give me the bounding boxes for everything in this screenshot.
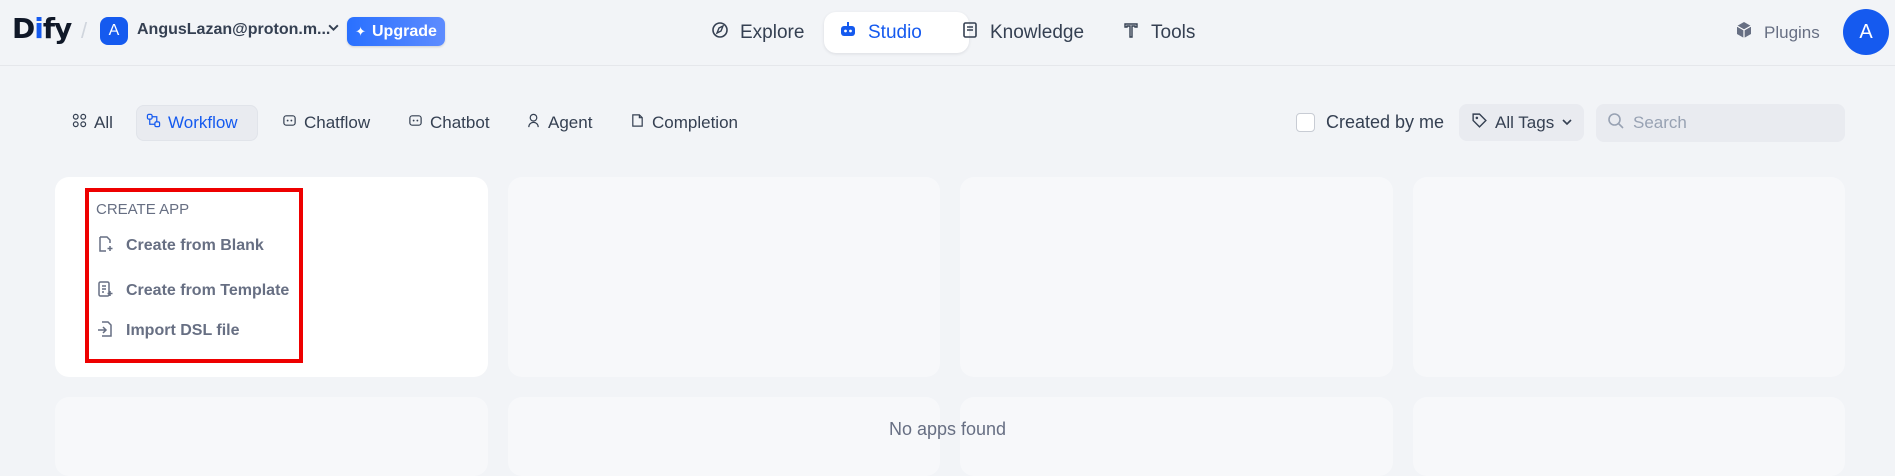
chatbot-icon (408, 113, 423, 133)
tools-icon (1121, 20, 1141, 46)
import-dsl-file-label: Import DSL file (126, 322, 240, 339)
tab-agent[interactable]: Agent (516, 105, 602, 141)
create-from-template-button[interactable]: Create from Template (96, 278, 289, 304)
nav-knowledge-label: Knowledge (990, 21, 1085, 43)
app-card-placeholder (508, 177, 940, 377)
sparkle-icon: ✦ (355, 23, 366, 39)
tab-chatbot[interactable]: Chatbot (398, 105, 500, 141)
create-from-blank-button[interactable]: Create from Blank (96, 233, 264, 259)
template-icon (96, 280, 114, 303)
logo-text-dot: i (34, 12, 44, 45)
agent-icon (526, 113, 541, 133)
tab-completion-label: Completion (652, 113, 738, 132)
search-input[interactable] (1633, 113, 1833, 133)
logo-text-suffix: fy (42, 12, 72, 45)
blank-file-icon (96, 235, 114, 258)
nav-knowledge[interactable]: Knowledge (946, 12, 1098, 53)
cube-icon (1734, 20, 1754, 45)
nav-explore-label: Explore (740, 21, 805, 43)
search-box[interactable] (1596, 104, 1845, 142)
all-tags-dropdown[interactable]: All Tags (1459, 104, 1584, 141)
created-by-me-checkbox[interactable] (1296, 113, 1315, 132)
plugins-button[interactable]: Plugins (1734, 20, 1820, 45)
breadcrumb-divider: / (81, 18, 88, 43)
chevron-down-icon (1561, 113, 1573, 133)
nav-tools[interactable]: Tools (1107, 12, 1209, 53)
import-dsl-file-button[interactable]: Import DSL file (96, 318, 240, 344)
tab-all[interactable]: All (62, 105, 123, 141)
tab-all-label: All (94, 113, 113, 132)
robot-icon (838, 20, 858, 46)
top-bar: Dify / A AngusLazan@proton.m... ✦ Upgrad… (0, 0, 1895, 66)
dify-logo[interactable]: Dify (12, 12, 72, 45)
app-card-placeholder (960, 177, 1393, 377)
empty-state-message: No apps found (888, 419, 1007, 439)
create-app-title: CREATE APP (96, 201, 190, 218)
workspace-avatar[interactable]: A (100, 17, 128, 45)
app-card-placeholder (1413, 177, 1845, 377)
all-tags-label: All Tags (1495, 112, 1555, 132)
tag-icon (1471, 112, 1488, 134)
plugins-label: Plugins (1764, 22, 1820, 42)
import-icon (96, 320, 114, 343)
workflow-icon (146, 113, 161, 133)
tab-workflow[interactable]: Workflow (136, 105, 258, 141)
nav-explore[interactable]: Explore (696, 12, 818, 53)
create-from-blank-label: Create from Blank (126, 237, 264, 254)
tab-agent-label: Agent (548, 113, 593, 132)
workspace-name[interactable]: AngusLazan@proton.m... (137, 21, 330, 39)
tab-completion[interactable]: Completion (620, 105, 748, 141)
create-from-template-label: Create from Template (126, 282, 290, 299)
nav-studio-label: Studio (868, 21, 922, 43)
book-icon (960, 20, 980, 46)
upgrade-label: Upgrade (372, 22, 437, 40)
tab-workflow-label: Workflow (168, 113, 238, 132)
created-by-me-label[interactable]: Created by me (1326, 112, 1444, 133)
logo-text-prefix: D (12, 12, 35, 45)
user-avatar[interactable]: A (1843, 9, 1889, 55)
document-icon (630, 113, 645, 133)
upgrade-button[interactable]: ✦ Upgrade (347, 17, 445, 46)
chevron-down-icon[interactable] (327, 21, 340, 37)
search-icon (1607, 112, 1625, 135)
grid-icon (72, 113, 87, 133)
tab-chatflow-label: Chatflow (304, 113, 371, 132)
chatflow-icon (282, 113, 297, 133)
tab-chatbot-label: Chatbot (430, 113, 490, 132)
compass-icon (710, 20, 730, 46)
tab-chatflow[interactable]: Chatflow (272, 105, 380, 141)
nav-tools-label: Tools (1151, 21, 1196, 43)
